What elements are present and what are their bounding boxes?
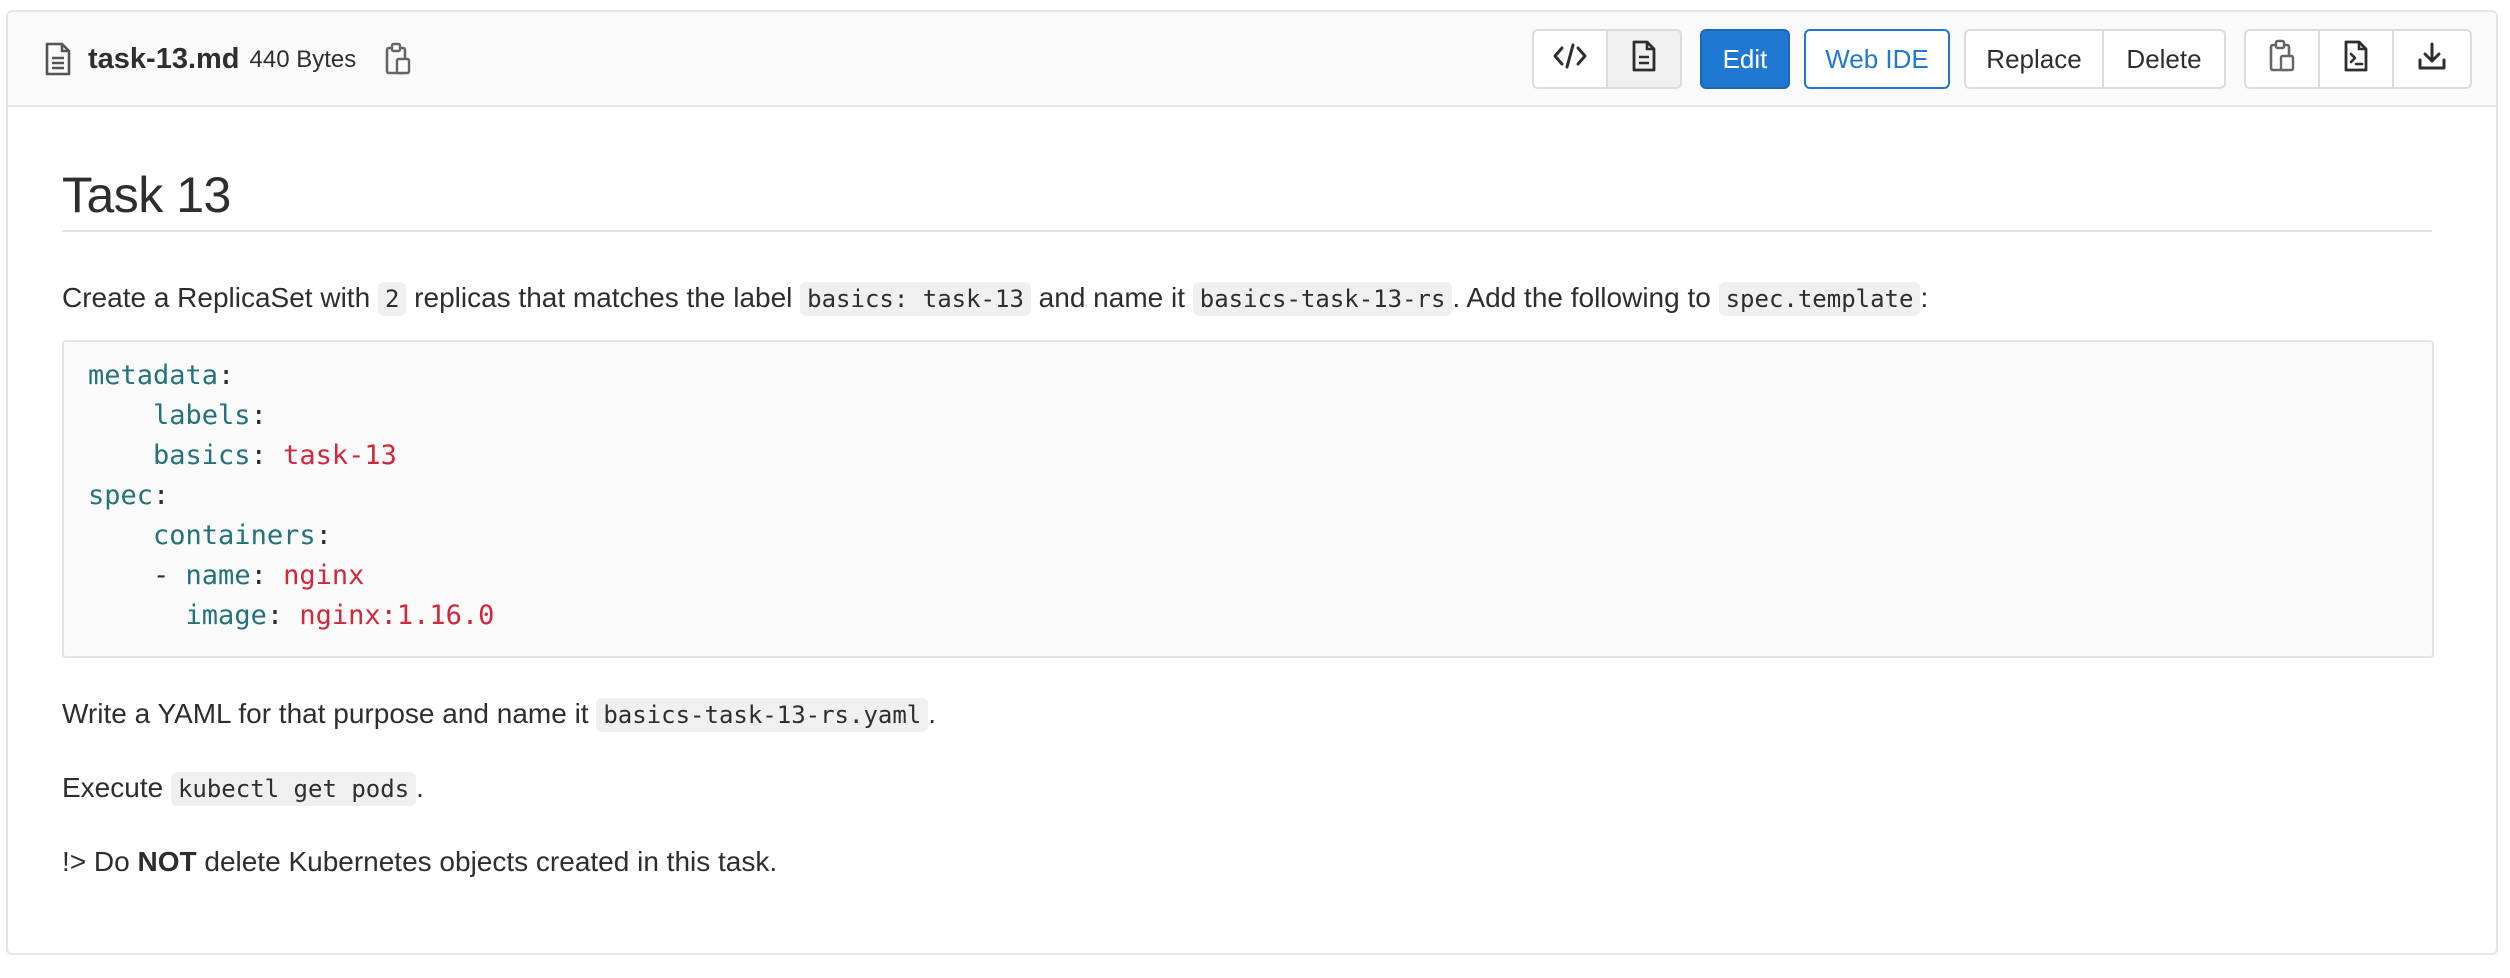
open-raw-button[interactable] (2318, 29, 2394, 89)
paragraph-warning: !> Do NOT delete Kubernetes objects crea… (62, 842, 777, 882)
code-block: metadata: labels: basics: task-13 spec: … (62, 340, 2434, 658)
text: . (928, 698, 937, 729)
paragraph-execute: Execute kubectl get pods. (62, 768, 424, 809)
inline-code: spec.template (1718, 282, 1921, 316)
paragraph-write-yaml: Write a YAML for that purpose and name i… (62, 694, 936, 735)
text: !> Do (62, 846, 138, 877)
inline-code: 2 (377, 282, 407, 316)
paragraph-intro: Create a ReplicaSet with 2 replicas that… (62, 278, 1928, 319)
yaml-key: containers (153, 520, 316, 551)
code-line: containers: (153, 520, 332, 551)
text: . Add the following to (1452, 282, 1719, 313)
code-line: spec: (88, 480, 170, 511)
web-ide-button[interactable]: Web IDE (1804, 29, 1950, 89)
yaml-key: image (185, 600, 267, 631)
document-icon (1631, 40, 1657, 79)
clipboard-copy-icon[interactable] (384, 42, 416, 78)
title-divider (62, 230, 2432, 232)
yaml-key: spec (88, 480, 154, 511)
text: Execute (62, 772, 171, 803)
file-header: task-13.md 440 Bytes Edit Web IDE Replac… (8, 12, 2496, 107)
yaml-key: metadata (88, 360, 219, 391)
yaml-value: nginx (283, 560, 365, 591)
text: Write a YAML for that purpose and name i… (62, 698, 597, 729)
yaml-key: name (185, 560, 251, 591)
strong-text: NOT (137, 846, 197, 877)
copy-contents-button[interactable] (2244, 29, 2320, 89)
yaml-value: nginx:1.16.0 (299, 600, 495, 631)
yaml-key: basics (153, 440, 251, 471)
code-line: - name: nginx (153, 560, 365, 591)
yaml-value: task-13 (283, 440, 397, 471)
text: delete Kubernetes objects created in thi… (196, 846, 778, 877)
text: Create a ReplicaSet with (62, 282, 378, 313)
yaml-key: labels (153, 400, 251, 431)
replace-button[interactable]: Replace (1964, 29, 2104, 89)
display-rendered-button[interactable] (1606, 29, 1682, 89)
file-document-icon (44, 42, 74, 78)
file-size: 440 Bytes (249, 45, 357, 73)
code-line: labels: (153, 400, 267, 431)
download-icon (2417, 41, 2447, 78)
code-line: basics: task-13 (153, 440, 397, 471)
clipboard-copy-icon (2268, 39, 2296, 80)
text: . (416, 772, 424, 803)
download-button[interactable] (2392, 29, 2472, 89)
yaml-dash: - (153, 560, 186, 591)
file-title: task-13.md 440 Bytes (44, 12, 416, 107)
text: : (1920, 282, 1929, 313)
edit-button[interactable]: Edit (1700, 29, 1790, 89)
text: and name it (1030, 282, 1193, 313)
raw-file-icon (2343, 40, 2369, 79)
code-line: metadata: (88, 360, 235, 391)
markdown-title: Task 13 (62, 167, 231, 223)
code-line: image: nginx:1.16.0 (185, 600, 495, 631)
text: replicas that matches the label (406, 282, 801, 313)
inline-code: kubectl get pods (170, 772, 417, 806)
delete-button[interactable]: Delete (2102, 29, 2226, 89)
file-name: task-13.md (88, 43, 240, 75)
display-source-button[interactable] (1532, 29, 1608, 89)
inline-code: basics-task-13-rs.yaml (596, 698, 929, 732)
code-icon (1553, 43, 1587, 76)
inline-code: basics-task-13-rs (1192, 282, 1453, 316)
inline-code: basics: task-13 (800, 282, 1031, 316)
